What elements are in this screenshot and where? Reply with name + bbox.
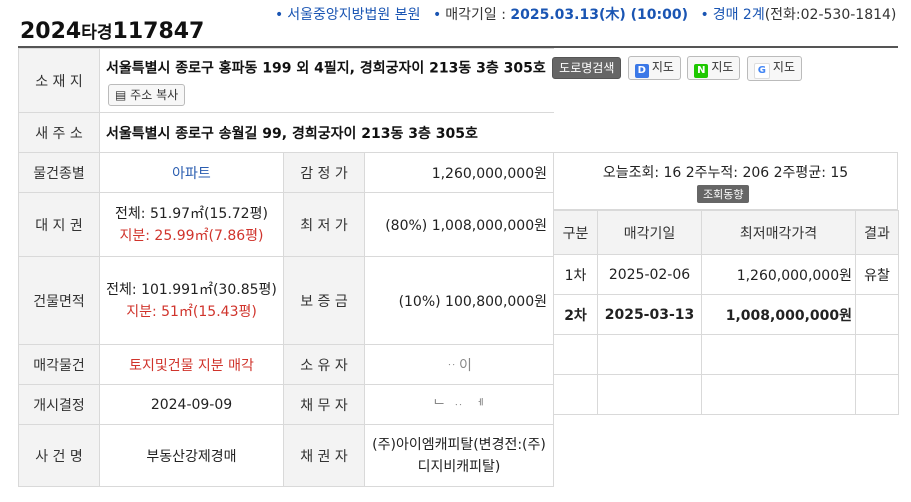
- location-address: 서울특별시 종로구 홍파동 199 외 4필지, 경희궁자이 213동 3층 3…: [106, 60, 546, 76]
- naver-logo-icon: N: [694, 64, 709, 78]
- sale-date: 2025.03.13(木) (10:00): [510, 7, 688, 23]
- debtor-label: 채 무 자: [283, 384, 365, 425]
- road-search-button[interactable]: 도로명검색: [552, 57, 622, 79]
- court-name[interactable]: 서울중앙지방법원 본원: [287, 7, 420, 23]
- table-row-empty: [553, 374, 899, 415]
- google-map-button[interactable]: G 지도: [746, 55, 802, 81]
- land-total: 전체: 51.97㎡(15.72평): [115, 205, 268, 222]
- history-header: 구분: [553, 210, 598, 255]
- view-trend-button[interactable]: 조회동향: [697, 185, 750, 203]
- history-date: 2025-02-06: [597, 254, 702, 295]
- creditor-value: (주)아이엠캐피탈(변경전:(주)디지비캐피탈): [364, 424, 554, 487]
- location-label: 소 재 지: [18, 48, 100, 113]
- bullet-icon: •: [275, 7, 284, 23]
- history-header: 매각기일: [597, 210, 702, 255]
- naver-map-button[interactable]: N 지도: [687, 56, 741, 80]
- view-stats-panel: 오늘조회: 16 2주누적: 206 2주평균: 15 조회동향: [553, 152, 898, 210]
- deposit-label: 보 증 금: [283, 256, 365, 345]
- history-header: 최저매각가격: [701, 210, 856, 255]
- dept-phone: (전화:02-530-1814): [764, 7, 897, 23]
- case-number: 2024타경117847: [20, 18, 204, 44]
- table-row: 2차 2025-03-13 1,008,000,000원: [553, 294, 899, 335]
- case-kind: 타경: [81, 23, 113, 43]
- start-decision-label: 개시결정: [18, 384, 100, 425]
- history-round: 2차: [553, 294, 598, 335]
- sale-item-label: 매각물건: [18, 344, 100, 385]
- table-row: 1차 2025-02-06 1,260,000,000원 유찰: [553, 254, 899, 295]
- history-round: 1차: [553, 254, 598, 295]
- land-label: 대 지 권: [18, 192, 100, 257]
- type-value: 아파트: [99, 152, 284, 193]
- min-price-value: (80%) 1,008,000,000원: [364, 192, 554, 257]
- building-share: 지분: 51㎡(15.43평): [126, 303, 257, 320]
- history-result: 유찰: [855, 254, 899, 295]
- location-cell: 서울특별시 종로구 홍파동 199 외 4필지, 경희궁자이 213동 3층 3…: [99, 48, 802, 113]
- history-date: 2025-03-13: [597, 294, 702, 335]
- type-label: 물건종별: [18, 152, 100, 193]
- view-stats-text: 오늘조회: 16 2주누적: 206 2주평균: 15: [602, 165, 849, 181]
- owner-label: 소 유 자: [283, 344, 365, 385]
- case-name-value: 부동산강제경매: [99, 424, 284, 487]
- history-price: 1,008,000,000원: [701, 294, 856, 335]
- debtor-value: ᄂ ᆢ ᅦ: [364, 384, 554, 425]
- min-price-label: 최 저 가: [283, 192, 365, 257]
- appraisal-value: 1,260,000,000원: [364, 152, 554, 193]
- history-result: [855, 294, 899, 335]
- deposit-value: (10%) 100,800,000원: [364, 256, 554, 345]
- new-address-value: 서울특별시 종로구 송월길 99, 경희궁자이 213동 3층 305호: [106, 125, 478, 142]
- bullet-icon: •: [432, 7, 442, 23]
- case-year: 2024: [20, 19, 82, 44]
- sale-date-label: 매각기일 :: [445, 7, 506, 23]
- building-label: 건물면적: [18, 256, 100, 345]
- new-address-label: 새 주 소: [18, 112, 100, 153]
- daum-map-button[interactable]: D 지도: [627, 56, 681, 80]
- daum-logo-icon: D: [634, 64, 649, 78]
- appraisal-label: 감 정 가: [283, 152, 365, 193]
- start-decision-value: 2024-09-09: [99, 384, 284, 425]
- bullet-icon: •: [700, 7, 709, 23]
- google-logo-icon: G: [753, 62, 770, 79]
- case-name-label: 사 건 명: [18, 424, 100, 487]
- copy-address-button[interactable]: ▤ 주소 복사: [108, 83, 186, 106]
- history-price: 1,260,000,000원: [701, 254, 856, 295]
- case-detail-table: 소 재 지 서울특별시 종로구 홍파동 199 외 4필지, 경희궁자이 213…: [18, 48, 802, 487]
- sale-item-value: 토지및건물 지분 매각: [99, 344, 284, 385]
- header-info: • 서울중앙지방법원 본원 • 매각기일 : 2025.03.13(木) (10:0…: [275, 5, 905, 25]
- building-total: 전체: 101.991㎡(30.85평): [106, 281, 277, 298]
- land-share: 지분: 25.99㎡(7.86평): [119, 227, 264, 244]
- case-serial: 117847: [112, 19, 205, 44]
- document-icon: ▤: [115, 87, 127, 102]
- auction-dept[interactable]: 경매 2계: [713, 7, 765, 23]
- history-header: 결과: [855, 210, 899, 255]
- table-row-empty: [553, 334, 899, 375]
- sale-history-table: 구분 매각기일 최저매각가격 결과 1차 2025-02-06 1,260,00…: [553, 210, 899, 415]
- owner-value: ᆢ이: [364, 344, 554, 385]
- creditor-label: 채 권 자: [283, 424, 365, 487]
- new-address-cell: 서울특별시 종로구 송월길 99, 경희궁자이 213동 3층 305호: [99, 112, 554, 153]
